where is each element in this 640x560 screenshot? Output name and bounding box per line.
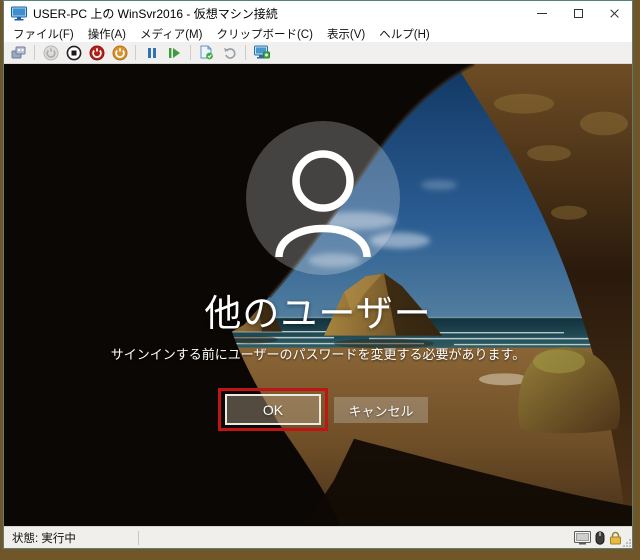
desktop: { "window": { "title": "USER-PC 上の WinSv… (0, 0, 640, 560)
menu-clipboard[interactable]: クリップボード(C) (209, 25, 319, 43)
checkpoint-icon (200, 45, 213, 60)
toolbar-separator (190, 45, 191, 60)
close-icon (609, 8, 620, 19)
other-user-title: 他のユーザー (204, 293, 432, 334)
checkpoint-button[interactable] (198, 44, 215, 61)
window-controls (524, 1, 632, 25)
display-icon (574, 530, 591, 544)
pause-button[interactable] (143, 44, 160, 61)
maximize-button[interactable] (560, 1, 596, 25)
user-avatar[interactable] (246, 121, 400, 275)
start-icon (43, 45, 58, 60)
revert-button[interactable] (221, 44, 238, 61)
vm-status: 状態: 実行中 (12, 532, 76, 545)
title-bar: USER-PC 上の WinSvr2016 - 仮想マシン接続 (4, 1, 632, 25)
window-title: USER-PC 上の WinSvr2016 - 仮想マシン接続 (33, 6, 278, 21)
reset-icon (169, 47, 180, 58)
statusbar-separator (137, 530, 139, 545)
menu-action[interactable]: 操作(A) (81, 25, 133, 43)
toolbar-separator (245, 45, 246, 60)
shut-down-button[interactable] (88, 44, 105, 61)
toolbar-separator (34, 45, 35, 60)
enhanced-session-icon (253, 45, 270, 59)
lock-icon (610, 531, 621, 544)
menu-help[interactable]: ヘルプ(H) (372, 25, 436, 43)
vm-monitor-icon (11, 6, 27, 20)
cancel-button[interactable]: キャンセル (334, 397, 428, 423)
menu-view[interactable]: 表示(V) (320, 25, 372, 43)
ok-button[interactable]: OK (225, 394, 321, 425)
save-icon (112, 45, 127, 60)
mouse-icon (595, 530, 605, 545)
toolbar (4, 42, 632, 64)
minimize-icon (537, 12, 547, 14)
reset-button[interactable] (166, 44, 183, 61)
shut-down-icon (89, 45, 104, 60)
resize-grip[interactable] (623, 539, 631, 547)
vm-display[interactable]: 他のユーザー サインインする前にユーザーのパスワードを変更する必要があります。 … (4, 64, 632, 526)
menu-bar: ファイル(F) 操作(A) メディア(M) クリップボード(C) 表示(V) ヘ… (4, 25, 632, 42)
turn-off-icon (66, 45, 81, 60)
save-button[interactable] (111, 44, 128, 61)
maximize-icon (573, 8, 583, 18)
start-button[interactable] (42, 44, 59, 61)
revert-icon (223, 48, 236, 59)
enhanced-session-button[interactable] (253, 44, 270, 61)
turn-off-button[interactable] (65, 44, 82, 61)
menu-file[interactable]: ファイル(F) (6, 25, 81, 43)
ctrl-alt-del-icon (11, 46, 25, 59)
password-change-message: サインインする前にユーザーのパスワードを変更する必要があります。 (110, 347, 526, 362)
status-bar: 状態: 実行中 (4, 526, 632, 548)
minimize-button[interactable] (524, 1, 560, 25)
ctrl-alt-del-button[interactable] (10, 44, 27, 61)
menu-media[interactable]: メディア(M) (133, 25, 209, 43)
close-button[interactable] (596, 1, 632, 25)
user-silhouette-icon (275, 150, 371, 258)
vmconnect-window: USER-PC 上の WinSvr2016 - 仮想マシン接続 ファイル(F) … (3, 0, 633, 549)
pause-icon (147, 47, 156, 58)
toolbar-separator (135, 45, 136, 60)
